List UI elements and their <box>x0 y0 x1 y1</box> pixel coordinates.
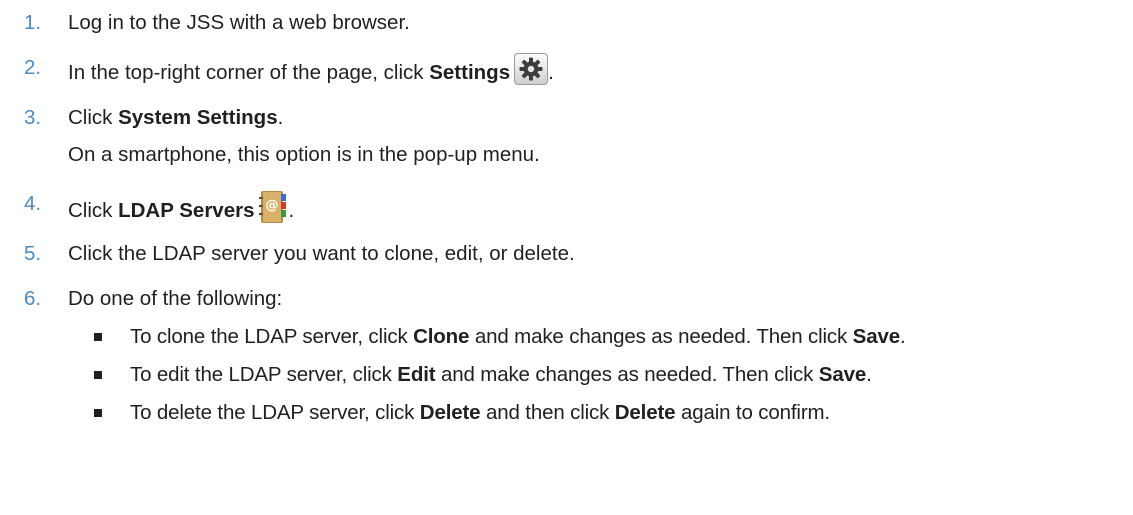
bullet-icon <box>94 333 102 341</box>
text-part: and make changes as needed. Then click <box>435 363 819 386</box>
gear-icon <box>514 53 549 85</box>
step-number: 6. <box>24 287 42 310</box>
step-text-part: Click <box>68 199 119 222</box>
step-number: 5. <box>24 242 42 265</box>
text-part: . <box>866 363 872 386</box>
step-text: Do one of the following: <box>68 287 283 310</box>
bullet-icon <box>94 409 102 417</box>
ui-term-ldap-servers: LDAP Servers <box>118 199 255 222</box>
step-2: 2. In the top-right corner of the page, … <box>0 53 1133 85</box>
step-text-part: Click <box>68 106 119 129</box>
list-item-text: To delete the LDAP server, click Delete … <box>130 398 830 428</box>
list-item-text: To clone the LDAP server, click Clone an… <box>130 322 906 352</box>
step-6: 6. Do one of the following: <box>0 284 1133 314</box>
step-text: Click LDAP Servers @. <box>68 189 294 226</box>
ui-term-delete: Delete <box>614 401 676 424</box>
step-5: 5. Click the LDAP server you want to clo… <box>0 239 1133 269</box>
ui-term-edit: Edit <box>397 363 436 386</box>
ui-term-settings: Settings <box>429 61 511 84</box>
step-text: Click the LDAP server you want to clone,… <box>68 242 575 265</box>
text-part: and make changes as needed. Then click <box>469 325 853 348</box>
step-text-part: In the top-right corner of the page, cli… <box>68 61 430 84</box>
ui-term-clone: Clone <box>413 325 470 348</box>
text-part: To clone the LDAP server, click <box>130 325 414 348</box>
list-item: To delete the LDAP server, click Delete … <box>0 398 1133 428</box>
step-3: 3. Click System Settings. <box>0 103 1133 133</box>
text-part: . <box>899 325 906 348</box>
step-number: 4. <box>24 192 42 215</box>
step-number: 1. <box>24 11 42 34</box>
step-4: 4. Click LDAP Servers @. <box>0 189 1133 223</box>
ui-term-delete: Delete <box>419 401 481 424</box>
step-number: 2. <box>24 56 42 79</box>
text-part: To edit the LDAP server, click <box>130 363 398 386</box>
list-item: To edit the LDAP server, click Edit and … <box>0 360 1133 390</box>
ui-term-save: Save <box>852 325 900 348</box>
address-book-icon: @ <box>258 189 288 225</box>
step-number: 3. <box>24 106 42 129</box>
step-text-part: . <box>277 106 284 129</box>
step-text-part: . <box>288 199 295 222</box>
list-item-text: To edit the LDAP server, click Edit and … <box>130 360 872 390</box>
step-1: 1. Log in to the JSS with a web browser. <box>0 8 1133 38</box>
step-3-note: On a smartphone, this option is in the p… <box>68 143 540 166</box>
text-part: and then click <box>480 401 615 424</box>
text-part: To delete the LDAP server, click <box>130 401 420 424</box>
step-text: In the top-right corner of the page, cli… <box>68 53 554 88</box>
step-text: Log in to the JSS with a web browser. <box>68 11 410 34</box>
list-item: To clone the LDAP server, click Clone an… <box>0 322 1133 352</box>
ui-term-save: Save <box>818 363 867 386</box>
step-text-part: . <box>548 61 554 84</box>
text-part: again to confirm. <box>675 401 830 424</box>
svg-text:@: @ <box>266 198 279 213</box>
step-text: Click System Settings. <box>68 103 283 133</box>
ui-term-system-settings: System Settings <box>118 106 278 129</box>
bullet-icon <box>94 371 102 379</box>
